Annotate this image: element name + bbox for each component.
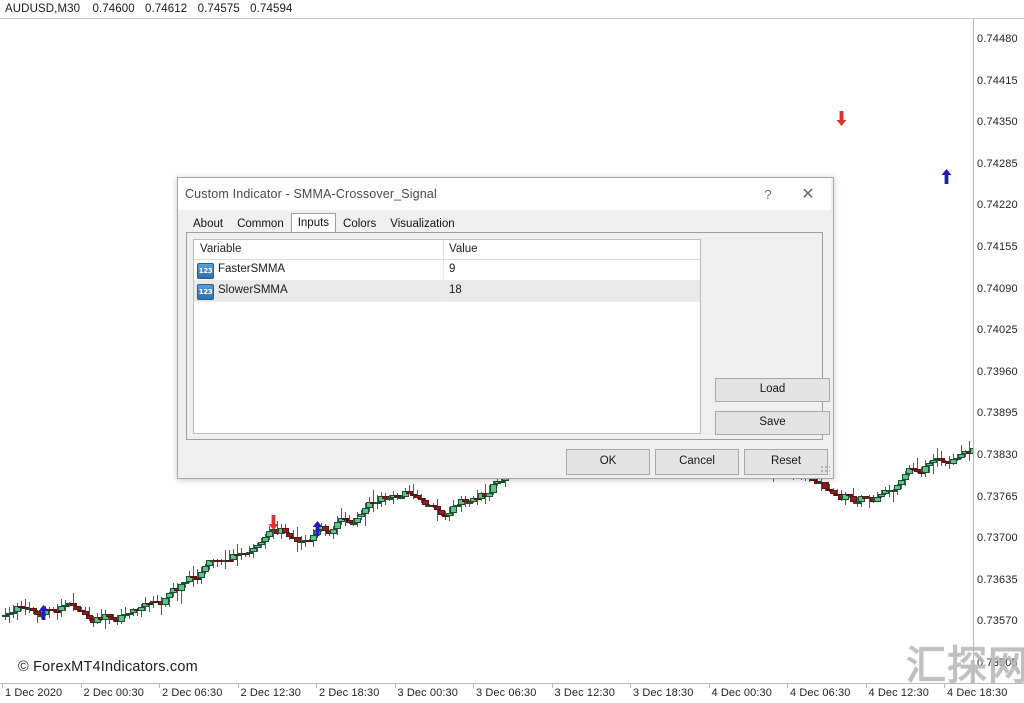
cancel-button[interactable]: Cancel (655, 449, 739, 475)
cn-watermark: 汇探网 (906, 643, 1024, 689)
column-header-variable: Variable (200, 243, 242, 255)
time-tick (80, 684, 82, 688)
close-icon[interactable]: ✕ (795, 183, 821, 207)
price-tick-label: 0.73895 (977, 407, 1018, 420)
inputs-grid-header: Variable Value (194, 240, 700, 260)
quote-low: 0.74575 (197, 3, 240, 15)
time-tick (865, 684, 867, 688)
time-tick (316, 684, 317, 688)
variable-value[interactable]: 9 (449, 263, 455, 275)
time-tick-label: 3 Dec 18:30 (633, 687, 694, 699)
cell-divider (443, 260, 444, 280)
column-header-value: Value (449, 243, 478, 255)
load-button[interactable]: Load (715, 378, 830, 402)
time-tick (708, 684, 710, 688)
dialog-tabstrip[interactable]: About Common Inputs Colors Visualization (186, 213, 462, 233)
buy-arrow-icon (312, 521, 323, 536)
tab-colors[interactable]: Colors (336, 215, 383, 233)
time-tick-label: 4 Dec 06:30 (790, 687, 851, 699)
price-tick-label: 0.74090 (977, 282, 1018, 295)
brand-watermark: © ForexMT4Indicators.com (18, 659, 198, 675)
ok-button[interactable]: OK (566, 449, 650, 475)
save-button[interactable]: Save (715, 411, 830, 435)
time-tick-label: 3 Dec 06:30 (476, 687, 537, 699)
price-tick-label: 0.74220 (977, 199, 1018, 212)
time-tick (159, 684, 160, 688)
tab-inputs[interactable]: Inputs (290, 213, 337, 233)
time-tick (551, 684, 553, 688)
time-tick-label: 2 Dec 00:30 (83, 687, 144, 699)
price-tick-label: 0.73765 (977, 490, 1018, 503)
number-type-icon: 123 (197, 263, 214, 279)
price-tick-label: 0.74025 (977, 324, 1018, 337)
column-divider (443, 240, 444, 259)
time-tick (630, 684, 631, 688)
time-tick-label: 2 Dec 12:30 (240, 687, 301, 699)
chart-quote-header: AUDUSD,M30 0.74600 0.74612 0.74575 0.745… (0, 0, 1024, 19)
inputs-grid[interactable]: Variable Value 123 FasterSMMA 9 123 SlowerSM… (193, 239, 701, 434)
time-tick-label: 3 Dec 12:30 (554, 687, 615, 699)
buy-arrow-icon (941, 169, 952, 184)
variable-value[interactable]: 18 (449, 284, 462, 296)
table-row[interactable]: 123 SlowerSMMA 18 (194, 281, 700, 302)
time-tick-label: 2 Dec 18:30 (319, 687, 380, 699)
tab-about[interactable]: About (186, 215, 230, 233)
tab-visualization[interactable]: Visualization (383, 215, 461, 233)
variable-name: FasterSMMA (218, 263, 286, 275)
time-tick (473, 684, 474, 688)
time-axis[interactable]: 1 Dec 2020 2 Dec 00:30 2 Dec 06:30 2 Dec 12… (0, 683, 1024, 703)
time-tick (787, 684, 788, 688)
sell-arrow-icon (836, 111, 847, 126)
time-tick-label: 2 Dec 06:30 (162, 687, 223, 699)
price-tick-label: 0.74415 (977, 74, 1018, 87)
cell-divider (443, 281, 444, 301)
price-tick-label: 0.73635 (977, 573, 1018, 586)
price-tick-label: 0.73570 (977, 615, 1018, 628)
quote-close: 0.74594 (250, 3, 293, 15)
table-row[interactable]: 123 FasterSMMA 9 (194, 260, 700, 281)
inputs-grid-rows: 123 FasterSMMA 9 123 SlowerSMMA 18 (194, 260, 700, 302)
dialog-title: Custom Indicator - SMMA-Crossover_Signal (185, 187, 437, 201)
dialog-titlebar[interactable]: Custom Indicator - SMMA-Crossover_Signal… (178, 178, 831, 210)
quote-open: 0.74600 (92, 3, 135, 15)
chart-symbol-label: AUDUSD,M30 (5, 3, 81, 15)
time-tick (394, 684, 396, 688)
price-tick-label: 0.74285 (977, 157, 1018, 170)
help-icon[interactable]: ? (757, 184, 779, 206)
price-tick-label: 0.73960 (977, 365, 1018, 378)
tab-common[interactable]: Common (230, 215, 291, 233)
buy-arrow-icon (38, 605, 49, 620)
time-tick (237, 684, 239, 688)
time-tick-label: 3 Dec 00:30 (397, 687, 458, 699)
reset-button[interactable]: Reset (744, 449, 828, 475)
time-tick-label: 4 Dec 00:30 (711, 687, 772, 699)
custom-indicator-dialog[interactable]: Custom Indicator - SMMA-Crossover_Signal… (177, 177, 834, 479)
number-type-icon: 123 (197, 284, 214, 300)
price-tick-label: 0.74155 (977, 241, 1018, 253)
variable-name: SlowerSMMA (218, 284, 288, 296)
price-tick-label: 0.74480 (977, 33, 1018, 45)
price-axis[interactable]: 0.74480 0.74415 0.74350 0.74285 0.74220 0.741… (974, 19, 1024, 683)
quote-high: 0.74612 (145, 3, 188, 15)
price-tick-label: 0.73830 (977, 449, 1018, 461)
time-tick-label: 1 Dec 2020 (5, 687, 63, 699)
sell-arrow-icon (268, 515, 279, 530)
price-tick-label: 0.74350 (977, 116, 1018, 129)
price-tick-label: 0.73700 (977, 532, 1018, 545)
time-tick (2, 684, 3, 688)
dialog-body-inputs: Variable Value 123 FasterSMMA 9 123 SlowerSM… (186, 232, 830, 440)
resize-grip-icon[interactable] (821, 466, 830, 475)
